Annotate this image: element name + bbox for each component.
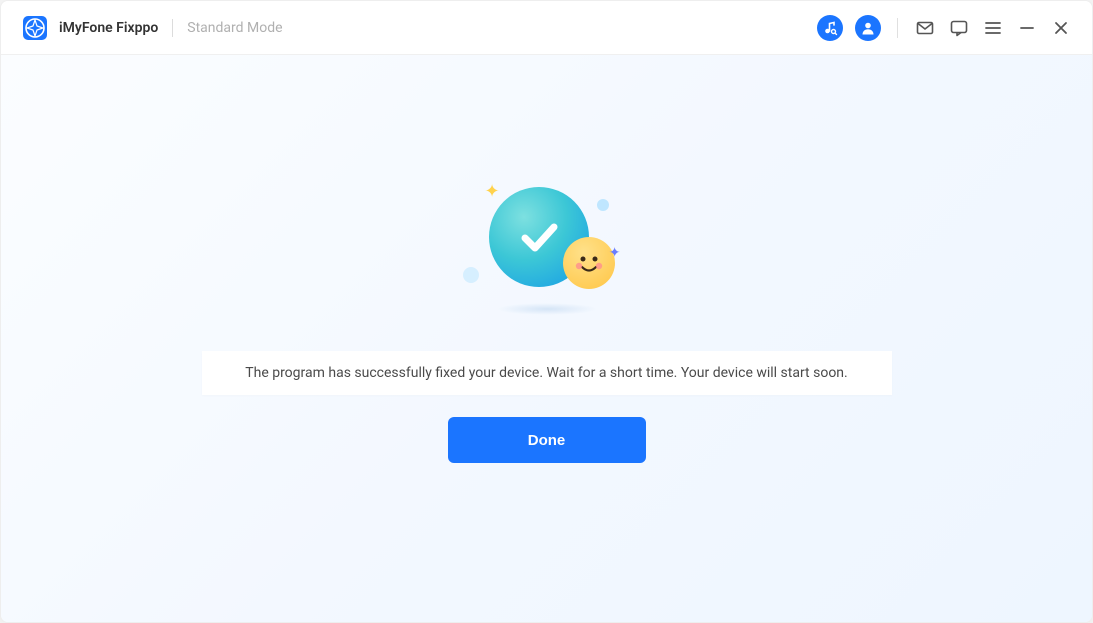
- menu-button[interactable]: [982, 17, 1004, 39]
- mode-label: Standard Mode: [187, 20, 282, 36]
- app-title: iMyFone Fixppo: [59, 20, 158, 36]
- music-search-button[interactable]: [817, 15, 843, 41]
- music-search-icon: [822, 20, 838, 36]
- actions-divider: [897, 18, 898, 38]
- main-content: ✦ ✦ The program has successfully: [1, 55, 1092, 622]
- sparkle-icon: ✦: [609, 245, 621, 261]
- minimize-icon: [1017, 18, 1037, 38]
- titlebar: iMyFone Fixppo Standard Mode: [1, 1, 1092, 55]
- shadow: [497, 303, 597, 315]
- account-icon: [860, 20, 876, 36]
- minimize-button[interactable]: [1016, 17, 1038, 39]
- title-divider: [172, 19, 173, 37]
- close-icon: [1051, 18, 1071, 38]
- menu-icon: [983, 18, 1003, 38]
- mail-icon: [915, 18, 935, 38]
- success-message: The program has successfully fixed your …: [202, 351, 892, 395]
- mail-button[interactable]: [914, 17, 936, 39]
- decor-dot: [463, 267, 479, 283]
- close-button[interactable]: [1050, 17, 1072, 39]
- sparkle-icon: ✦: [485, 181, 500, 202]
- smiley-icon: [563, 237, 615, 289]
- chat-button[interactable]: [948, 17, 970, 39]
- success-illustration: ✦ ✦: [467, 175, 627, 315]
- chat-icon: [949, 18, 969, 38]
- app-logo-icon: [21, 14, 49, 42]
- decor-dot: [597, 199, 609, 211]
- done-button[interactable]: Done: [448, 417, 646, 463]
- account-button[interactable]: [855, 15, 881, 41]
